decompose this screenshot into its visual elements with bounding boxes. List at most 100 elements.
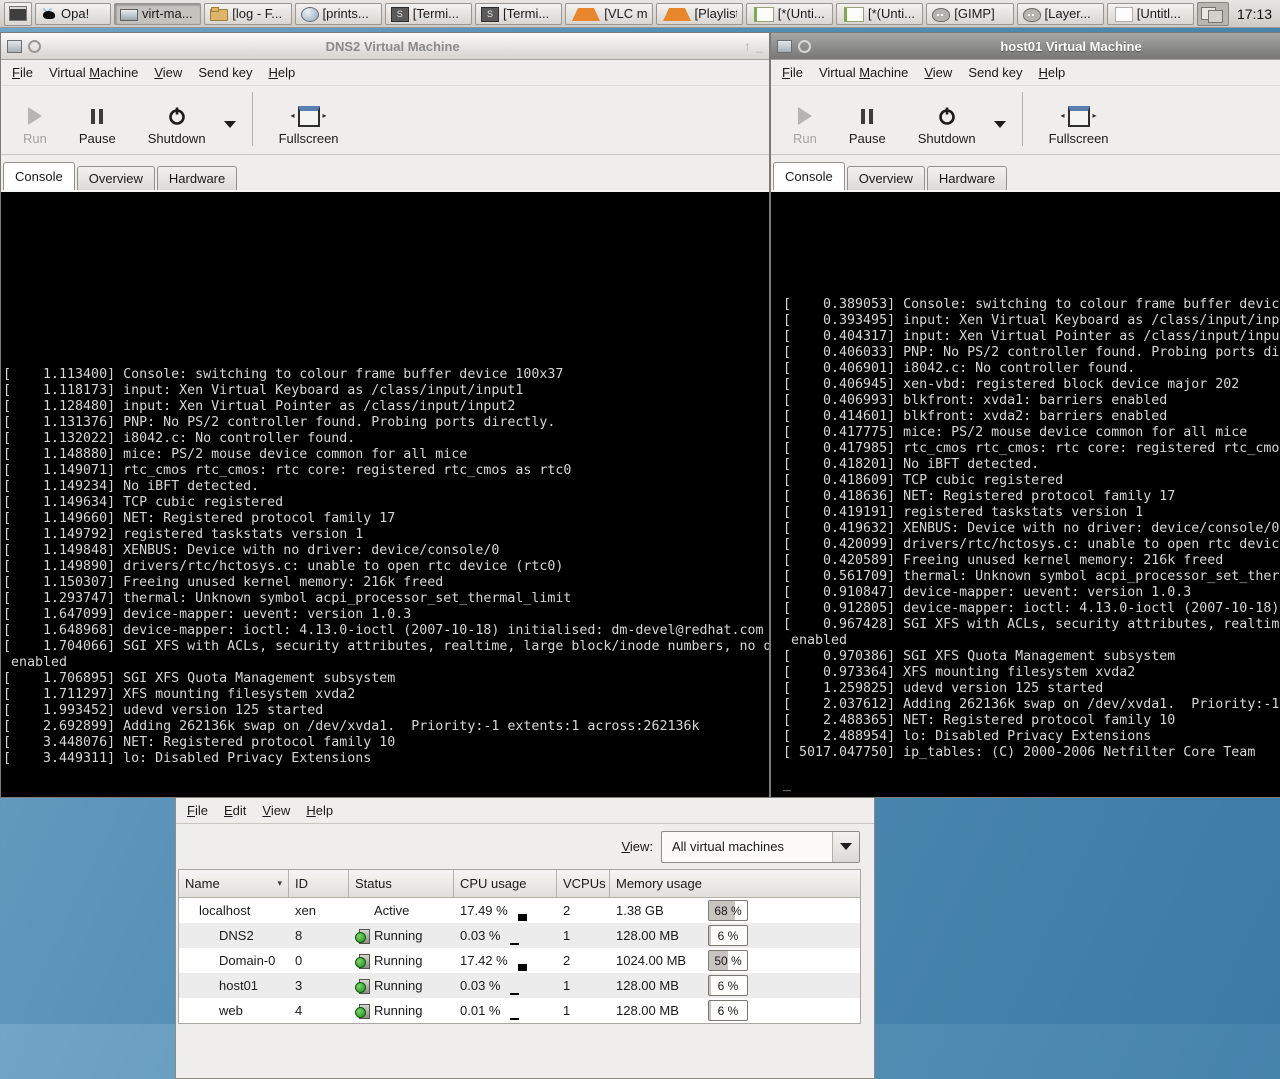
tab[interactable]: Hardware: [157, 166, 237, 190]
menu-item[interactable]: Send key: [961, 62, 1029, 83]
console-line: [ 1.149792] registered taskstats version…: [3, 527, 769, 543]
run-button[interactable]: Run: [7, 88, 63, 150]
cpu-sparkline: [518, 964, 527, 971]
taskbar: Opa! virt-ma... [log - F... [prints... […: [0, 0, 1280, 28]
console-dns2[interactable]: [ 1.113400] Console: switching to colour…: [1, 192, 769, 797]
pause-icon: [861, 109, 873, 124]
taskbar-window-button[interactable]: [Untitl...: [1107, 3, 1194, 25]
table-row[interactable]: localhost xen Active 17.49 % 2 1.38 GB: [179, 898, 860, 923]
console-line: [ 1.113400] Console: switching to colour…: [3, 367, 769, 383]
column-header-id[interactable]: ID: [289, 870, 349, 898]
menubar-dns2: FileVirtual MachineViewSend keyHelp: [1, 60, 769, 86]
taskbar-window-button[interactable]: Opa!: [35, 3, 111, 25]
tab[interactable]: Overview: [77, 166, 155, 190]
table-row[interactable]: host01 3 Running 0.03 % 1 128.00 MB: [179, 973, 860, 998]
taskbar-window-button[interactable]: [*(Unti...: [836, 3, 923, 25]
menu-item[interactable]: File: [775, 62, 810, 83]
view-combobox[interactable]: All virtual machines: [661, 831, 860, 863]
vm-id: 0: [289, 948, 349, 973]
minimize-button[interactable]: _: [756, 41, 763, 51]
taskbar-window-button[interactable]: [Termi...: [385, 3, 472, 25]
workspace-pager-icon[interactable]: [1197, 2, 1229, 26]
shade-button[interactable]: ↑: [744, 41, 750, 51]
folder-icon: [210, 9, 228, 21]
titlebar-dns2[interactable]: DNS2 Virtual Machine ↑ _: [1, 33, 769, 60]
fullscreen-button[interactable]: Fullscreen: [1033, 88, 1125, 150]
pause-button[interactable]: Pause: [63, 88, 132, 150]
column-header-cpu[interactable]: CPU usage: [454, 870, 557, 898]
taskbar-window-button[interactable]: [prints...: [295, 3, 382, 25]
window-title: DNS2 Virtual Machine: [47, 39, 738, 54]
console-line: [ 0.406945] xen-vbd: registered block de…: [783, 377, 1280, 393]
column-header-memory[interactable]: Memory usage: [610, 870, 860, 898]
shutdown-button[interactable]: Shutdown: [132, 101, 222, 150]
taskbar-window-button[interactable]: [VLC m...: [565, 3, 652, 25]
vm-vcpus: 2: [557, 898, 610, 923]
menu-item[interactable]: Virtual Machine: [812, 62, 915, 83]
column-header-name[interactable]: Name ▾: [179, 870, 289, 898]
table-row[interactable]: Domain-0 0 Running 17.42 % 2 1024.00 MB: [179, 948, 860, 973]
console-line: [ 1.259825] udevd version 125 started: [783, 681, 1280, 697]
taskbar-window-button[interactable]: virt-ma...: [114, 3, 201, 25]
table-row[interactable]: DNS2 8 Running 0.03 % 1 128.00 MB: [179, 923, 860, 948]
menu-item[interactable]: View: [917, 62, 959, 83]
view-combobox-value: All virtual machines: [662, 832, 832, 862]
combobox-arrow-icon[interactable]: [832, 832, 859, 862]
menu-item[interactable]: Help: [299, 800, 340, 821]
run-button[interactable]: Run: [777, 88, 833, 150]
console-line: [ 0.910847] device-mapper: uevent: versi…: [783, 585, 1280, 601]
memory-percent: 68 %: [709, 901, 747, 920]
tab[interactable]: Console: [773, 162, 845, 190]
menu-item[interactable]: Send key: [191, 62, 259, 83]
fullscreen-button[interactable]: Fullscreen: [263, 88, 355, 150]
shutdown-menu-arrow-icon[interactable]: [994, 121, 1006, 128]
menu-item[interactable]: Edit: [217, 800, 253, 821]
menu-item[interactable]: View: [147, 62, 189, 83]
menu-item[interactable]: Help: [262, 62, 303, 83]
document-icon: [1115, 7, 1133, 22]
run-icon: [798, 107, 812, 125]
vm-memory: 1.38 GB: [616, 903, 708, 918]
menu-item[interactable]: File: [5, 62, 40, 83]
console-line: [ 1.149848] XENBUS: Device with no drive…: [3, 543, 769, 559]
tab[interactable]: Overview: [847, 166, 925, 190]
menu-item[interactable]: Help: [1032, 62, 1073, 83]
titlebar-host01[interactable]: host01 Virtual Machine: [771, 33, 1280, 60]
taskbar-window-button[interactable]: [Layer...: [1017, 3, 1104, 25]
console-line: [ 0.417985] rtc_cmos rtc_cmos: rtc core:…: [783, 441, 1280, 457]
console-line: [ 0.418201] No iBFT detected.: [783, 457, 1280, 473]
shutdown-button[interactable]: Shutdown: [902, 101, 992, 150]
shutdown-menu-arrow-icon[interactable]: [224, 121, 236, 128]
show-desktop-button[interactable]: [4, 2, 32, 26]
column-header-status[interactable]: Status: [349, 870, 454, 898]
menu-item[interactable]: Virtual Machine: [42, 62, 145, 83]
sort-arrow-icon: ▾: [277, 878, 282, 889]
taskbar-window-button[interactable]: [Playlist]: [656, 3, 743, 25]
taskbar-window-button[interactable]: [Termi...: [475, 3, 562, 25]
pause-button[interactable]: Pause: [833, 88, 902, 150]
memory-progressbar: 6 %: [708, 975, 748, 996]
console-line: enabled: [783, 633, 1280, 649]
tab[interactable]: Console: [3, 162, 75, 190]
tab[interactable]: Hardware: [927, 166, 1007, 190]
toolbar-separator: [1022, 92, 1023, 146]
vm-vcpus: 1: [557, 998, 610, 1023]
power-icon: [937, 106, 957, 126]
taskbar-window-button[interactable]: [GIMP]: [926, 3, 1013, 25]
taskbar-window-button[interactable]: [*(Unti...: [746, 3, 833, 25]
menu-item[interactable]: View: [255, 800, 297, 821]
vm-cpu-usage: 17.42 %: [460, 953, 508, 968]
table-row[interactable]: web 4 Running 0.01 % 1 128.00 MB: [179, 998, 860, 1023]
console-host01[interactable]: [ 0.389053] Console: switching to colour…: [771, 192, 1280, 797]
toolbar-host01: Run Pause Shutdown Fullscreen: [771, 86, 1280, 155]
taskbar-window-button[interactable]: [log - F...: [204, 3, 291, 25]
column-header-vcpus[interactable]: VCPUs: [557, 870, 610, 898]
console-line: [ 0.419191] registered taskstats version…: [783, 505, 1280, 521]
stick-button[interactable]: [28, 40, 41, 53]
virt-manager-window: FileEditViewHelp View: All virtual machi…: [175, 779, 875, 1079]
console-line: [ 1.131376] PNP: No PS/2 controller foun…: [3, 415, 769, 431]
console-line: [ 0.419632] XENBUS: Device with no drive…: [783, 521, 1280, 537]
menu-item[interactable]: File: [180, 800, 215, 821]
run-icon: [28, 107, 42, 125]
stick-button[interactable]: [798, 40, 811, 53]
